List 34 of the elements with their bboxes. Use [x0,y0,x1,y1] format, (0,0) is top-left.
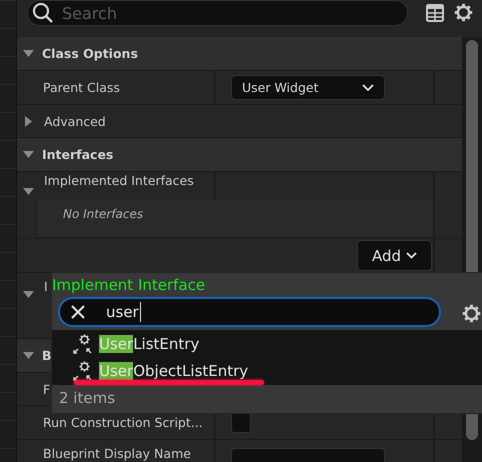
search-field[interactable]: user [58,297,441,327]
chevron-icon [406,252,418,259]
gear-arrows-icon [73,334,93,354]
collapse-arrow-icon[interactable] [23,350,34,361]
expand-arrow-icon[interactable] [23,116,34,126]
collapse-arrow-icon[interactable] [23,48,34,59]
settings-icon[interactable] [462,304,481,323]
property-label: Implemented Interfaces [44,173,194,188]
search-field[interactable]: Search [27,0,408,26]
collapse-arrow-icon[interactable] [23,186,34,197]
property-label: Advanced [44,114,106,128]
close-icon[interactable] [70,304,86,320]
property-label: Run Construction Script... [43,415,203,430]
property-label: F [43,382,50,396]
section-header[interactable]: Class Options [17,37,462,70]
settings-icon[interactable] [454,3,473,22]
class-dropdown[interactable]: User Widget [231,75,385,100]
add-button[interactable]: Add [357,240,432,271]
table-icon[interactable] [426,4,444,22]
section-header[interactable]: Interfaces [17,138,462,171]
checkbox[interactable] [231,412,251,432]
section-title: Class Options [42,46,138,61]
property-label: Parent Class [43,80,120,95]
collapse-arrow-icon[interactable] [23,289,34,300]
empty-list-text: No Interfaces [63,207,144,221]
property-label: I [44,279,48,294]
property-label: Blueprint Display Name [43,446,191,461]
section-title: B [42,348,52,363]
search-icon [32,2,54,24]
collapse-arrow-icon[interactable] [23,149,34,160]
popup-title: Implement Interface [52,276,206,296]
item-count: 2 items [58,388,116,407]
chevron-icon [362,84,374,92]
section-title: Interfaces [42,147,114,162]
